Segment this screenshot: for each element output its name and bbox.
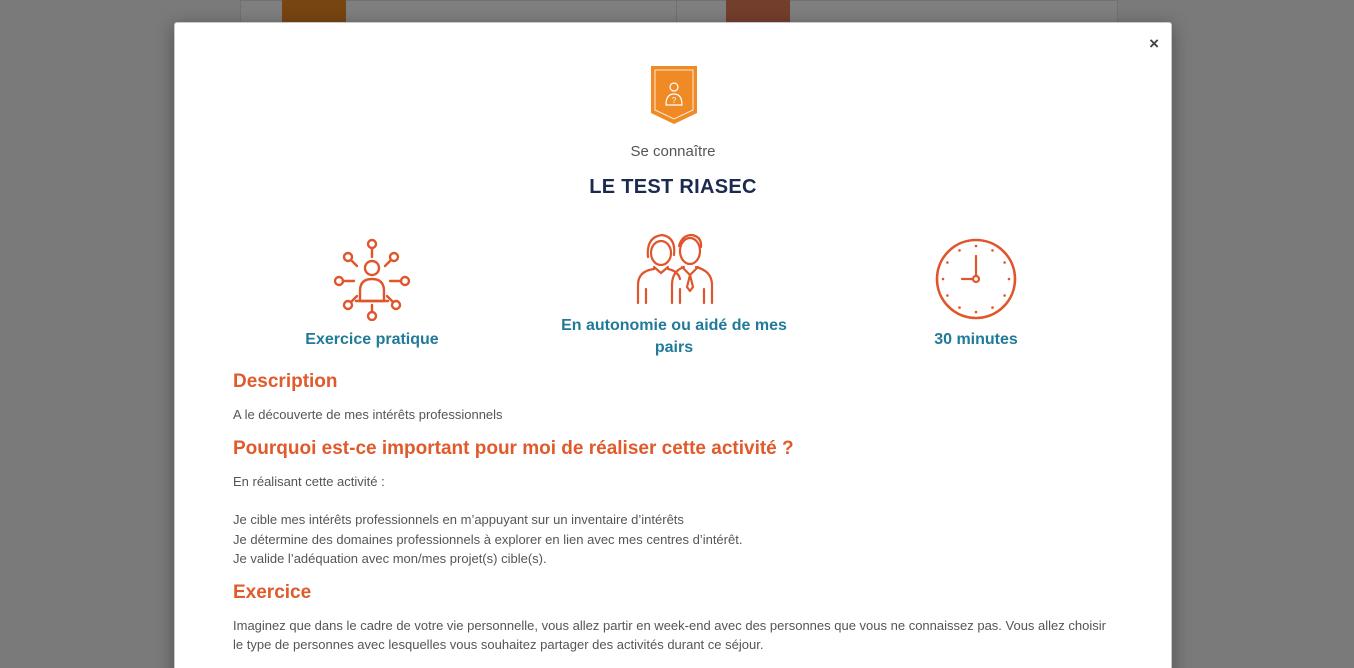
- why-intro: En réalisant cette activité :: [233, 473, 385, 489]
- close-button[interactable]: ×: [1149, 35, 1159, 52]
- clock-icon: [935, 238, 1017, 320]
- description-text: A le découverte de mes intérêts professi…: [233, 407, 503, 422]
- feature-label: Exercice pratique: [305, 331, 439, 348]
- activity-title: LE TEST RIASEC: [589, 176, 757, 198]
- feature-duration: 30 minutes: [861, 237, 1091, 351]
- why-line: Je cible mes intérêts professionnels en …: [233, 512, 684, 527]
- activity-modal: × ? Se connaître LE TEST RIASEC Exercice…: [174, 22, 1172, 668]
- activity-content: Description A le découverte de mes intér…: [233, 371, 1113, 655]
- feature-autonomy: En autonomie ou aidé de mes pairs: [559, 231, 789, 359]
- why-heading: Pourquoi est-ce important pour moi de ré…: [233, 437, 794, 459]
- person-question-icon: ?: [650, 65, 698, 125]
- why-line: Je détermine des domaines professionnels…: [233, 531, 743, 547]
- description-heading: Description: [233, 371, 338, 392]
- feature-practice: Exercice pratique: [257, 237, 487, 351]
- svg-text:?: ?: [672, 96, 677, 105]
- activity-category: Se connaître: [630, 143, 716, 160]
- why-line: Je valide l’adéquation avec mon/mes proj…: [233, 551, 547, 566]
- feature-label: 30 minutes: [934, 331, 1018, 348]
- network-person-icon: [333, 238, 411, 321]
- exercise-text: Imaginez que dans le cadre de votre vie …: [233, 617, 1106, 653]
- feature-label: En autonomie ou aidé de mes pairs: [561, 317, 787, 356]
- two-people-icon: [636, 233, 714, 305]
- exercise-heading: Exercice: [233, 581, 312, 603]
